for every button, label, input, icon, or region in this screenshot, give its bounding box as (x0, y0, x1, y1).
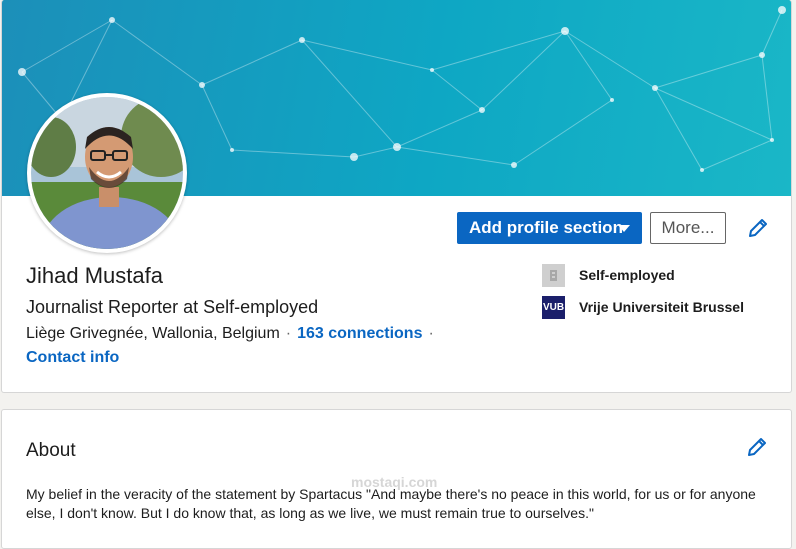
company-placeholder-icon (542, 264, 565, 287)
about-heading: About (26, 440, 76, 461)
separator-dot: · (428, 325, 434, 342)
experience-label: Self-employed (579, 267, 675, 283)
add-profile-section-button[interactable]: Add profile section (457, 212, 642, 244)
profile-name: Jihad Mustafa (26, 263, 163, 288)
edit-about-pencil-icon[interactable] (745, 435, 769, 459)
contact-info-link[interactable]: Contact info (26, 349, 119, 367)
edit-intro-pencil-icon[interactable] (746, 216, 770, 240)
profile-headline: Journalist Reporter at Self-employed (26, 297, 319, 317)
more-button[interactable]: More... (650, 212, 726, 244)
about-text: My belief in the veracity of the stateme… (26, 486, 756, 521)
connections-link[interactable]: 163 connections (297, 325, 422, 342)
add-profile-section-label: Add profile section (469, 218, 623, 237)
caret-down-icon (618, 225, 630, 232)
experience-label: Vrije Universiteit Brussel (579, 299, 744, 315)
profile-photo (31, 97, 183, 249)
profile-location: Liège Grivegnée, Wallonia, Belgium (26, 325, 280, 342)
separator-dot: · (285, 325, 292, 342)
location-row: Liège Grivegnée, Wallonia, Belgium · 163 c… (26, 325, 440, 343)
profile-avatar[interactable] (27, 93, 187, 253)
profile-card: Add profile section More... Jihad Mustaf… (1, 0, 792, 393)
vub-logo: VUB (542, 296, 565, 319)
watermark: mostaqi.com (351, 474, 438, 490)
